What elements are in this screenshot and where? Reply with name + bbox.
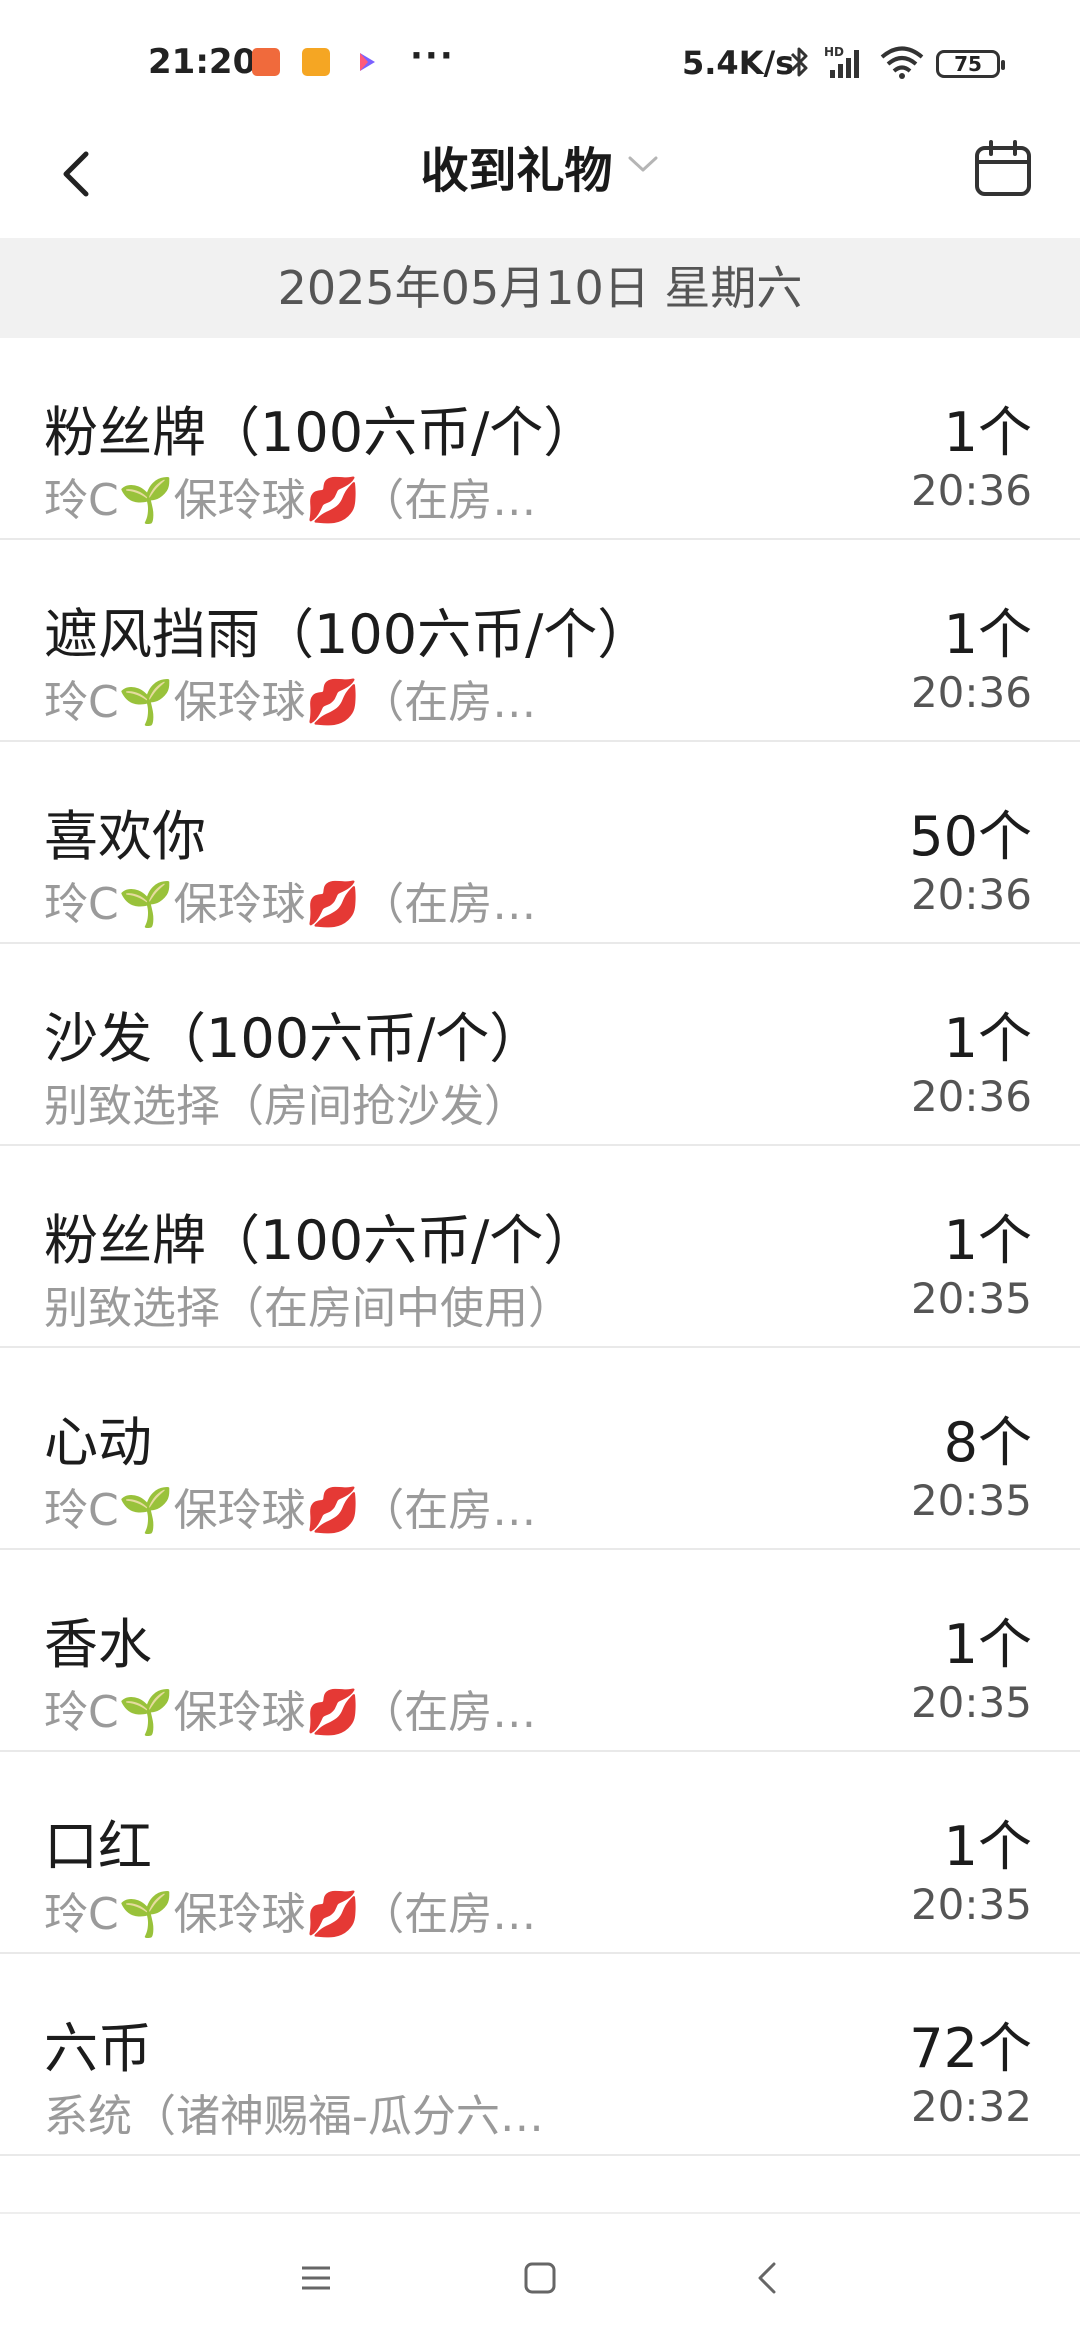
hd-signal-icon: HD [824,44,872,89]
wifi-icon [880,46,924,89]
gift-count: 1个 [943,1613,1032,1676]
gift-count: 72个 [909,2017,1032,2080]
gift-count: 1个 [943,603,1032,666]
page-title: 收到礼物 [420,142,613,199]
gift-name: 口红 [44,1815,152,1878]
gift-sender: 玲C🌱保玲球💋（在房… [44,1687,537,1738]
gift-name: 喜欢你 [44,805,206,868]
gift-time: 20:36 [910,1072,1032,1121]
list-item[interactable]: 口红 玲C🌱保玲球💋（在房… 1个 20:35 [0,1752,1080,1954]
list-item[interactable]: 沙发（100六币/个） 别致选择（房间抢沙发） 1个 20:36 [0,944,1080,1146]
gift-sender: 系统（诸神赐福-瓜分六… [44,2091,544,2142]
list-item[interactable]: 粉丝牌（100六币/个） 玲C🌱保玲球💋（在房… 1个 20:36 [0,338,1080,540]
gift-count: 1个 [943,1209,1032,1272]
gift-count: 8个 [943,1411,1032,1474]
gift-sender: 别致选择（房间抢沙发） [44,1081,528,1132]
gift-name: 遮风挡雨（100六币/个） [44,603,652,666]
network-speed: 5.4K/s [682,44,795,82]
gift-name: 心动 [44,1411,152,1474]
gift-time: 20:35 [910,1274,1032,1323]
battery-icon: 75 [936,50,1005,78]
status-time: 21:20 [148,42,257,82]
chevron-down-icon [626,135,660,207]
gift-sender: 玲C🌱保玲球💋（在房… [44,677,537,728]
gift-name: 粉丝牌（100六币/个） [44,401,598,464]
title-dropdown[interactable]: 收到礼物 [0,134,1080,206]
list-item[interactable]: 粉丝牌（100六币/个） 别致选择（在房间中使用） 1个 20:35 [0,1146,1080,1348]
play-notification-icon [352,48,380,76]
gift-time: 20:35 [910,1880,1032,1929]
nav-home-button[interactable] [510,2248,570,2308]
back-triangle-icon [758,2262,776,2294]
gift-count: 1个 [943,1815,1032,1878]
list-item[interactable]: 六币 系统（诸神赐福-瓜分六… 72个 20:32 [0,1954,1080,2156]
gift-sender: 玲C🌱保玲球💋（在房… [44,1889,537,1940]
status-bar: 21:20 ··· 5.4K/s HD 75 [0,0,1080,120]
status-more-indicator: ··· [410,36,455,76]
menu-icon [302,2266,330,2290]
date-header: 2025年05月10日 星期六 [0,238,1080,338]
system-nav-bar [0,2212,1080,2340]
gift-time: 20:35 [910,1476,1032,1525]
gift-time: 20:35 [910,1678,1032,1727]
shop-notification-icon [252,48,280,76]
gift-name: 六币 [44,2017,152,2080]
svg-text:HD: HD [824,45,844,59]
list-item[interactable]: 香水 玲C🌱保玲球💋（在房… 1个 20:35 [0,1550,1080,1752]
gift-sender: 玲C🌱保玲球💋（在房… [44,475,537,526]
nav-recents-button[interactable] [286,2248,346,2308]
smile-notification-icon [302,48,330,76]
gift-list: 粉丝牌（100六币/个） 玲C🌱保玲球💋（在房… 1个 20:36 遮风挡雨（1… [0,338,1080,2156]
nav-back-button[interactable] [738,2248,798,2308]
gift-time: 20:36 [910,668,1032,717]
calendar-icon [975,140,1031,196]
gift-name: 香水 [44,1613,152,1676]
gift-sender: 别致选择（在房间中使用） [44,1283,572,1334]
gift-time: 20:36 [910,466,1032,515]
list-item[interactable]: 心动 玲C🌱保玲球💋（在房… 8个 20:35 [0,1348,1080,1550]
title-bar: 收到礼物 [0,120,1080,238]
gift-time: 20:36 [910,870,1032,919]
bluetooth-icon [786,44,814,89]
list-item[interactable]: 遮风挡雨（100六币/个） 玲C🌱保玲球💋（在房… 1个 20:36 [0,540,1080,742]
list-item[interactable]: 喜欢你 玲C🌱保玲球💋（在房… 50个 20:36 [0,742,1080,944]
calendar-button[interactable] [972,138,1034,200]
home-square-icon [524,2262,556,2294]
gift-sender: 玲C🌱保玲球💋（在房… [44,1485,537,1536]
gift-name: 沙发（100六币/个） [44,1007,544,1070]
gift-count: 1个 [943,1007,1032,1070]
gift-received-screen: 21:20 ··· 5.4K/s HD 75 收到礼物 2025年05月10日 … [0,0,1080,2340]
gift-count: 50个 [909,805,1032,868]
gift-name: 粉丝牌（100六币/个） [44,1209,598,1272]
gift-count: 1个 [943,401,1032,464]
gift-sender: 玲C🌱保玲球💋（在房… [44,879,537,930]
gift-time: 20:32 [910,2082,1032,2131]
